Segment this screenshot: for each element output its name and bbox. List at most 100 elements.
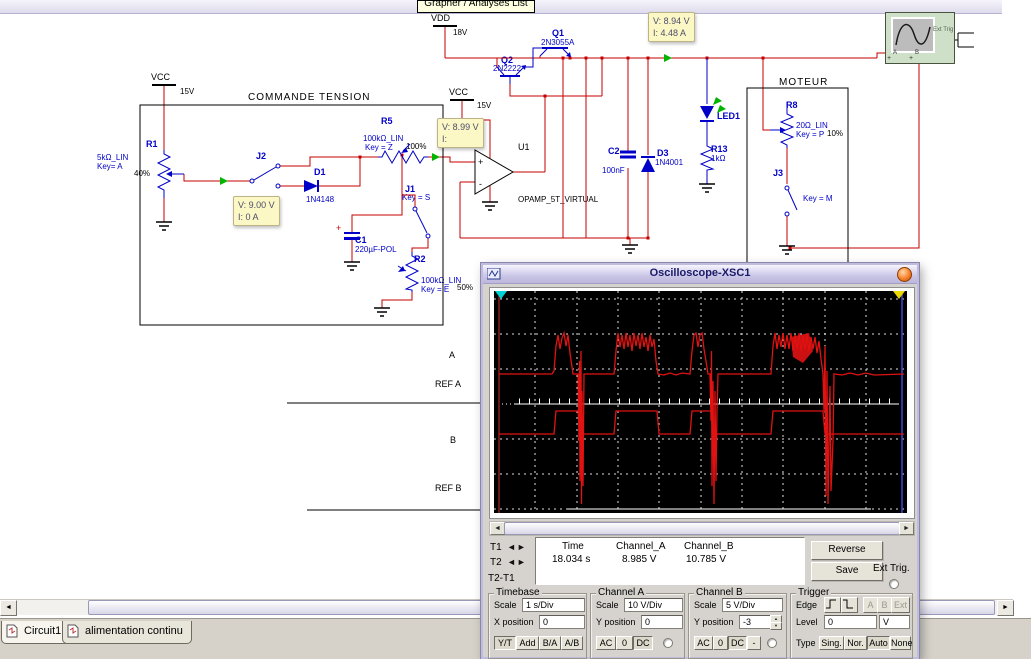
timebase-scale-field[interactable]: 1 s/Div bbox=[522, 598, 585, 612]
transistor-q1[interactable] bbox=[539, 47, 571, 57]
potentiometer-r2[interactable] bbox=[397, 252, 420, 292]
channel-b-y-field[interactable]: -3 bbox=[739, 615, 772, 629]
type-label: Type bbox=[796, 638, 816, 648]
x-position-field[interactable]: 0 bbox=[539, 615, 585, 629]
ext-trig-label: Ext Trig. bbox=[873, 563, 910, 574]
moteur-box bbox=[746, 87, 849, 269]
junction-dots bbox=[358, 56, 792, 250]
cursor-1-handle[interactable] bbox=[495, 291, 507, 299]
sheet-icon bbox=[67, 624, 79, 638]
nor-button[interactable]: Nor. bbox=[844, 636, 867, 650]
instrument-screen bbox=[891, 17, 935, 53]
terminal-b-plus: + bbox=[909, 55, 914, 62]
led-light-arrow-icon bbox=[713, 97, 722, 105]
channel-a-terminal[interactable] bbox=[663, 638, 673, 648]
trigger-ext-button[interactable]: Ext bbox=[891, 597, 910, 613]
switch-j2[interactable] bbox=[249, 163, 281, 189]
window-title: Oscilloscope-XSC1 bbox=[649, 267, 751, 279]
channel-a-y-field[interactable]: 0 bbox=[641, 615, 683, 629]
trigger-level-field[interactable]: 0 bbox=[824, 615, 877, 629]
trigger-a-button[interactable]: A bbox=[863, 597, 878, 613]
reverse-button[interactable]: Reverse bbox=[811, 541, 883, 560]
tab-circuit1[interactable]: Circuit1 bbox=[1, 621, 71, 644]
dc-button[interactable]: DC bbox=[728, 636, 747, 650]
grapher-tooltip: Grapher / Analyses List bbox=[417, 0, 535, 13]
trigger-b-button[interactable]: B bbox=[877, 597, 892, 613]
yt-button[interactable]: Y/T bbox=[494, 636, 516, 650]
ac-button[interactable]: AC bbox=[596, 636, 616, 650]
scope-scroll-thumb[interactable] bbox=[504, 522, 900, 535]
t2-arrows[interactable]: ◄► bbox=[507, 557, 527, 567]
probe-annotation: V: 8.99 V I: bbox=[437, 118, 484, 148]
terminal-a-label: A bbox=[893, 50, 898, 56]
resistor-r13[interactable] bbox=[699, 143, 715, 172]
auto-button[interactable]: Auto bbox=[867, 636, 890, 650]
level-label: Level bbox=[796, 617, 818, 627]
zero-button[interactable]: 0 bbox=[713, 636, 728, 650]
switch-j3[interactable] bbox=[784, 185, 798, 217]
channel-b-terminal[interactable] bbox=[767, 638, 777, 648]
t2-label: T2 bbox=[490, 557, 502, 568]
measurement-readout: Time Channel_A Channel_B 18.034 s 8.985 … bbox=[535, 537, 805, 585]
add-button[interactable]: Add bbox=[516, 636, 539, 650]
scope-waveform bbox=[494, 291, 907, 513]
channel-a-value: 8.985 V bbox=[622, 554, 657, 565]
edge-label: Edge bbox=[796, 600, 818, 610]
scroll-left-icon[interactable]: ◄ bbox=[0, 600, 17, 616]
zero-button[interactable]: 0 bbox=[616, 636, 633, 650]
oscilloscope-window[interactable]: Oscilloscope-XSC1 ◄ ► T1 ◄► T2 ◄► T2-T1 … bbox=[480, 262, 920, 659]
net-label-ref-b: REF B bbox=[435, 483, 462, 493]
spin-down-icon[interactable]: ▼ bbox=[770, 622, 782, 630]
scale-label: Scale bbox=[596, 600, 619, 610]
potentiometer-r1[interactable] bbox=[156, 150, 184, 198]
close-button[interactable] bbox=[897, 267, 912, 282]
ba-button[interactable]: B/A bbox=[539, 636, 561, 650]
channel-a-scale-field[interactable]: 10 V/Div bbox=[624, 598, 683, 612]
net-label-ref-a: REF A bbox=[435, 379, 462, 389]
diode-d1[interactable] bbox=[304, 180, 319, 192]
led-light-arrow-icon bbox=[717, 105, 726, 113]
sing-button[interactable]: Sing. bbox=[819, 636, 844, 650]
dc-button[interactable]: DC bbox=[633, 636, 653, 650]
scroll-left-icon[interactable]: ◄ bbox=[490, 522, 505, 535]
scroll-right-icon[interactable]: ► bbox=[997, 600, 1014, 616]
col-channel-b: Channel_B bbox=[684, 541, 734, 552]
channel-a-group: Channel A Scale 10 V/Div Y position 0 AC… bbox=[590, 587, 685, 659]
y-position-label: Y position bbox=[596, 617, 636, 627]
c1-polarity: + bbox=[336, 223, 341, 233]
terminal-b-label: B bbox=[915, 50, 920, 56]
oscilloscope-instrument-icon[interactable]: Ext Trig A B + + bbox=[885, 12, 955, 64]
opamp-u1[interactable]: + - bbox=[474, 149, 514, 195]
capacitor-c1[interactable] bbox=[344, 232, 360, 240]
potentiometer-r8[interactable] bbox=[770, 102, 795, 148]
y-position-label: Y position bbox=[694, 617, 734, 627]
ab-button[interactable]: A/B bbox=[561, 636, 583, 650]
capacitor-c2[interactable] bbox=[620, 150, 636, 159]
net-label-a: A bbox=[449, 350, 456, 360]
sheet-icon bbox=[6, 624, 18, 638]
diode-d3[interactable] bbox=[641, 156, 655, 172]
transistor-q2[interactable] bbox=[496, 47, 542, 84]
ac-button[interactable]: AC bbox=[694, 636, 713, 650]
cursor-2-handle[interactable] bbox=[893, 291, 905, 299]
power-rails bbox=[152, 25, 474, 101]
none-button[interactable]: None bbox=[890, 636, 913, 650]
rising-edge-icon[interactable] bbox=[824, 597, 841, 613]
channel-b-scale-field[interactable]: 5 V/Div bbox=[722, 598, 783, 612]
falling-edge-icon[interactable] bbox=[841, 597, 858, 613]
multisim-workspace: Grapher / Analyses List + - + VDD 18V VC… bbox=[0, 0, 1031, 659]
scroll-right-icon[interactable]: ► bbox=[899, 522, 914, 535]
trigger-unit-field[interactable]: V bbox=[879, 615, 910, 629]
channel-b-group: Channel B Scale 5 V/Div Y position -3 ▲ … bbox=[688, 587, 787, 659]
svg-text:+: + bbox=[478, 157, 483, 167]
window-titlebar[interactable]: Oscilloscope-XSC1 bbox=[483, 265, 917, 284]
scope-hscrollbar[interactable]: ◄ ► bbox=[489, 521, 915, 536]
svg-text:-: - bbox=[479, 179, 482, 189]
switch-j1[interactable] bbox=[412, 206, 431, 239]
tab-alimentation-continu[interactable]: alimentation continu bbox=[62, 621, 192, 644]
x-position-label: X position bbox=[494, 617, 534, 627]
invert-button[interactable]: - bbox=[747, 636, 761, 650]
t1-arrows[interactable]: ◄► bbox=[507, 542, 527, 552]
col-time: Time bbox=[562, 541, 584, 552]
timebase-group: Timebase Scale 1 s/Div X position 0 Y/T … bbox=[488, 587, 587, 659]
